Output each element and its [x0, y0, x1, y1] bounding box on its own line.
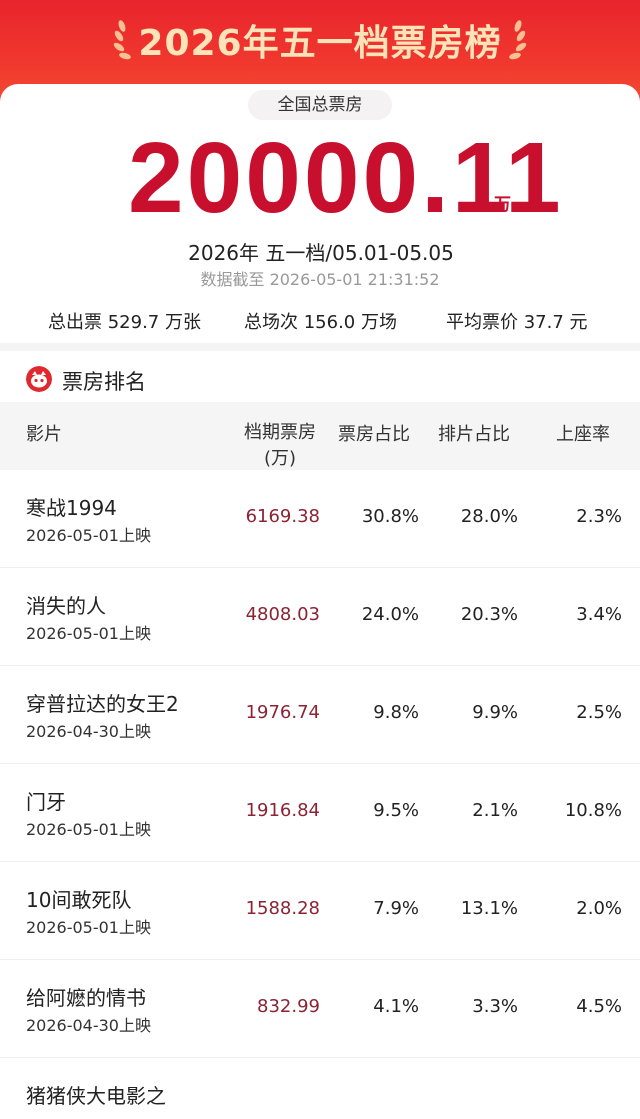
- film-name: 猪猪侠大电影之: [26, 1084, 166, 1108]
- table-row[interactable]: 穿普拉达的女王2 2026-04-30上映 1976.74 9.8% 9.9% …: [0, 666, 640, 764]
- table-row[interactable]: 消失的人 2026-05-01上映 4808.03 24.0% 20.3% 3.…: [0, 568, 640, 666]
- film-name: 门牙: [26, 790, 66, 814]
- table-row[interactable]: 给阿嬷的情书 2026-04-30上映 832.99 4.1% 3.3% 4.5…: [0, 960, 640, 1058]
- film-name: 寒战1994: [26, 496, 117, 520]
- schedule-share-value: 28.0%: [460, 506, 518, 527]
- header-occupancy: 上座率: [556, 424, 610, 445]
- release-date: 2026-05-01上映: [26, 820, 151, 839]
- stat-avg-price: 平均票价 37.7 元: [446, 312, 588, 333]
- box-share-value: 24.0%: [361, 604, 419, 625]
- header-box-office-line2: (万): [263, 448, 297, 469]
- period-text: 2026年 五一档/05.01-05.05: [188, 241, 454, 265]
- header-box-share: 票房占比: [338, 424, 410, 445]
- box-share-value: 9.5%: [373, 800, 419, 821]
- schedule-share-value: 3.3%: [472, 996, 518, 1017]
- total-unit: 万: [494, 195, 511, 215]
- table-row[interactable]: 门牙 2026-05-01上映 1916.84 9.5% 2.1% 10.8%: [0, 764, 640, 862]
- table-row[interactable]: 寒战1994 2026-05-01上映 6169.38 30.8% 28.0% …: [0, 470, 640, 568]
- box-office-value: 1916.84: [245, 800, 320, 821]
- box-office-value: 832.99: [257, 996, 320, 1017]
- schedule-share-value: 13.1%: [460, 898, 518, 919]
- release-date: 2026-05-01上映: [26, 918, 151, 937]
- box-share-value: 30.8%: [361, 506, 419, 527]
- header-schedule-share: 排片占比: [438, 424, 510, 445]
- section-title: 票房排名: [62, 370, 146, 394]
- box-office-value: 6169.38: [245, 506, 320, 527]
- box-office-value: 1588.28: [245, 898, 320, 919]
- box-office-value: 4808.03: [245, 604, 320, 625]
- maoyan-cat-icon: [26, 366, 52, 392]
- table-row[interactable]: 10间敢死队 2026-05-01上映 1588.28 7.9% 13.1% 2…: [0, 862, 640, 960]
- table-header: 影片 档期票房 (万) 票房占比 排片占比 上座率: [0, 402, 640, 470]
- film-name: 10间敢死队: [26, 888, 132, 912]
- updated-timestamp: 数据截至 2026-05-01 21:31:52: [200, 270, 440, 289]
- page-title: 2026年五一档票房榜: [138, 23, 502, 64]
- schedule-share-value: 20.3%: [460, 604, 518, 625]
- occupancy-value: 10.8%: [564, 800, 622, 821]
- occupancy-value: 2.5%: [576, 702, 622, 723]
- stat-screenings: 总场次 156.0 万场: [244, 312, 397, 333]
- occupancy-value: 2.0%: [576, 898, 622, 919]
- laurel-right-icon: [509, 20, 527, 60]
- header-box-office: 档期票房 (万): [242, 420, 318, 472]
- release-date: 2026-05-01上映: [26, 526, 151, 545]
- occupancy-value: 4.5%: [576, 996, 622, 1017]
- box-office-value: 1976.74: [245, 702, 320, 723]
- film-name: 给阿嬷的情书: [26, 986, 146, 1010]
- section-divider: [0, 343, 640, 351]
- film-name: 消失的人: [26, 594, 106, 618]
- table-row[interactable]: 猪猪侠大电影之: [0, 1058, 640, 1119]
- total-label-pill: 全国总票房: [248, 90, 392, 120]
- box-share-value: 4.1%: [373, 996, 419, 1017]
- header-box-office-line1: 档期票房: [244, 422, 316, 443]
- release-date: 2026-05-01上映: [26, 624, 151, 643]
- film-name: 穿普拉达的女王2: [26, 692, 179, 716]
- box-share-value: 9.8%: [373, 702, 419, 723]
- box-share-value: 7.9%: [373, 898, 419, 919]
- header-film: 影片: [26, 424, 62, 445]
- stat-tickets: 总出票 529.7 万张: [48, 312, 201, 333]
- schedule-share-value: 9.9%: [472, 702, 518, 723]
- schedule-share-value: 2.1%: [472, 800, 518, 821]
- occupancy-value: 3.4%: [576, 604, 622, 625]
- release-date: 2026-04-30上映: [26, 722, 151, 741]
- occupancy-value: 2.3%: [576, 506, 622, 527]
- release-date: 2026-04-30上映: [26, 1016, 151, 1035]
